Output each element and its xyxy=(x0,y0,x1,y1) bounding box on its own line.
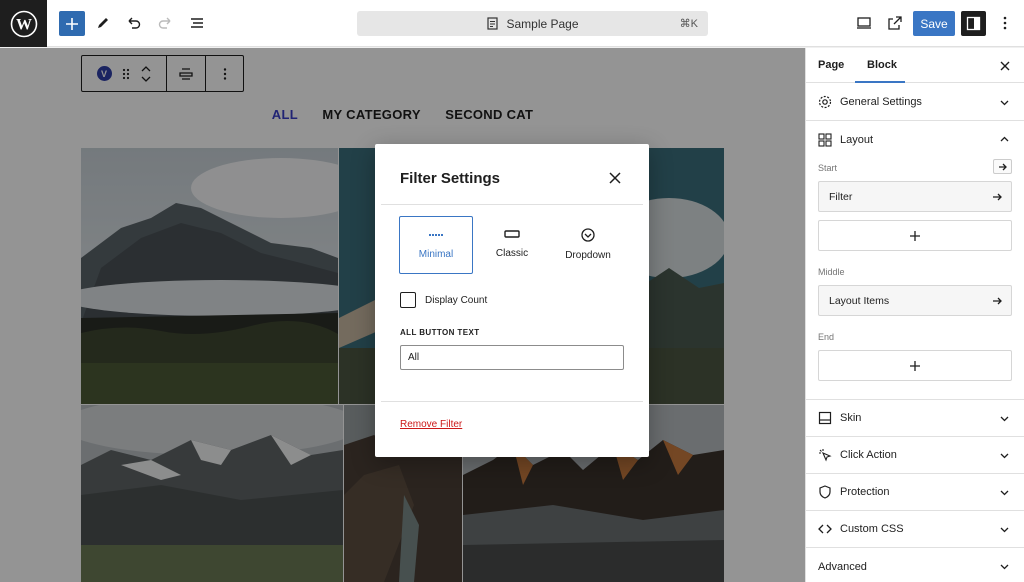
divider xyxy=(381,401,643,402)
panel-label: Layout xyxy=(840,133,874,146)
sidebar-icon xyxy=(966,16,981,31)
cursor-click-icon xyxy=(818,448,832,462)
close-icon xyxy=(609,172,621,184)
chevron-up-icon xyxy=(1000,136,1009,142)
skin-icon xyxy=(818,411,832,425)
options-button[interactable] xyxy=(992,10,1018,36)
classic-style-icon xyxy=(504,230,520,238)
minimal-style-icon xyxy=(429,234,443,236)
panel-custom-css[interactable]: Custom CSS xyxy=(806,511,1024,548)
add-end-item-button[interactable] xyxy=(818,350,1012,381)
plus-icon xyxy=(910,360,920,371)
redo-icon xyxy=(158,17,171,29)
panel-label: Protection xyxy=(840,486,890,498)
chevron-down-icon xyxy=(1000,100,1009,106)
style-option-classic[interactable]: Classic xyxy=(475,216,549,274)
arrow-right-icon xyxy=(998,163,1007,170)
tab-page[interactable]: Page xyxy=(818,59,844,71)
close-sidebar-button[interactable] xyxy=(999,59,1011,71)
start-direction-button[interactable] xyxy=(993,159,1012,174)
page-icon xyxy=(487,17,499,30)
chevron-down-icon xyxy=(1000,564,1009,570)
tab-block[interactable]: Block xyxy=(867,59,897,71)
panel-label: Click Action xyxy=(840,449,897,461)
active-tab-indicator xyxy=(855,81,905,83)
panel-skin[interactable]: Skin xyxy=(806,400,1024,437)
panel-click-action[interactable]: Click Action xyxy=(806,437,1024,474)
modal-close-button[interactable] xyxy=(607,170,623,186)
pencil-icon xyxy=(98,18,108,28)
document-title: Sample Page xyxy=(506,16,579,31)
plus-icon xyxy=(66,17,78,30)
layout-item-label: Filter xyxy=(829,190,853,203)
close-icon xyxy=(1000,61,1010,71)
panel-label: Advanced xyxy=(818,560,867,573)
arrow-right-icon xyxy=(993,297,1002,305)
add-start-item-button[interactable] xyxy=(818,220,1012,251)
command-shortcut: ⌘K xyxy=(679,18,698,30)
shield-icon xyxy=(818,485,832,499)
panel-label: General Settings xyxy=(840,96,922,108)
chevron-down-icon xyxy=(1000,490,1009,496)
dropdown-style-icon xyxy=(581,228,595,242)
chevron-down-icon xyxy=(1000,416,1009,422)
undo-icon xyxy=(128,17,141,29)
editor-top-bar: W Sample Page ⌘K Save xyxy=(0,0,1024,47)
view-button[interactable] xyxy=(851,10,877,36)
panel-advanced[interactable]: Advanced xyxy=(806,548,1024,582)
panel-label: Custom CSS xyxy=(840,523,904,535)
filter-settings-modal: Filter Settings Minimal Classic Dropdown… xyxy=(375,144,649,457)
document-bar[interactable]: Sample Page ⌘K xyxy=(357,11,708,36)
undo-button[interactable] xyxy=(121,10,147,36)
arrow-right-icon xyxy=(993,193,1002,201)
remove-filter-link[interactable]: Remove Filter xyxy=(400,419,462,430)
list-view-icon xyxy=(191,18,203,28)
layout-middle-label: Middle xyxy=(818,267,845,277)
document-overview-button[interactable] xyxy=(184,10,210,36)
gear-icon xyxy=(818,95,832,109)
svg-text:W: W xyxy=(16,16,32,33)
layout-item-label: Layout Items xyxy=(829,294,890,307)
display-count-checkbox[interactable] xyxy=(400,292,416,308)
style-option-dropdown[interactable]: Dropdown xyxy=(551,216,625,274)
style-option-minimal[interactable]: Minimal xyxy=(399,216,473,274)
all-button-text-input[interactable] xyxy=(400,345,624,370)
layout-middle-item[interactable]: Layout Items xyxy=(818,285,1012,316)
panel-general-settings[interactable]: General Settings xyxy=(806,84,1024,121)
style-option-label: Classic xyxy=(495,248,529,259)
layout-start-label: Start xyxy=(818,163,838,173)
panel-label: Skin xyxy=(840,412,862,424)
divider xyxy=(381,204,643,205)
code-icon xyxy=(818,522,832,536)
settings-toggle-button[interactable] xyxy=(961,11,986,36)
redo-button[interactable] xyxy=(152,10,178,36)
chevron-down-icon xyxy=(1000,527,1009,533)
display-count-label: Display Count xyxy=(425,295,488,306)
layout-end-label: End xyxy=(818,332,835,342)
tools-button[interactable] xyxy=(90,10,116,36)
style-option-label: Dropdown xyxy=(565,250,611,261)
wordpress-icon: W xyxy=(10,10,37,37)
external-link-icon xyxy=(888,16,902,30)
layout-start-item[interactable]: Filter xyxy=(818,181,1012,212)
wordpress-logo-button[interactable]: W xyxy=(0,0,47,47)
desktop-icon xyxy=(857,17,871,29)
save-button[interactable]: Save xyxy=(913,11,955,36)
add-block-button[interactable] xyxy=(59,11,85,36)
more-vertical-icon xyxy=(1003,16,1007,30)
panel-layout[interactable]: Layout xyxy=(806,121,1024,158)
style-option-label: Minimal xyxy=(418,249,454,260)
sidebar-tabs: Page Block xyxy=(806,48,1024,83)
settings-sidebar: Page Block General Settings Layout Start… xyxy=(805,48,1024,582)
all-button-text-label: ALL BUTTON TEXT xyxy=(400,328,480,337)
panel-protection[interactable]: Protection xyxy=(806,474,1024,511)
modal-title: Filter Settings xyxy=(400,170,501,187)
layout-icon xyxy=(818,132,832,147)
chevron-down-icon xyxy=(1000,453,1009,459)
view-page-button[interactable] xyxy=(882,10,908,36)
plus-icon xyxy=(910,230,920,241)
